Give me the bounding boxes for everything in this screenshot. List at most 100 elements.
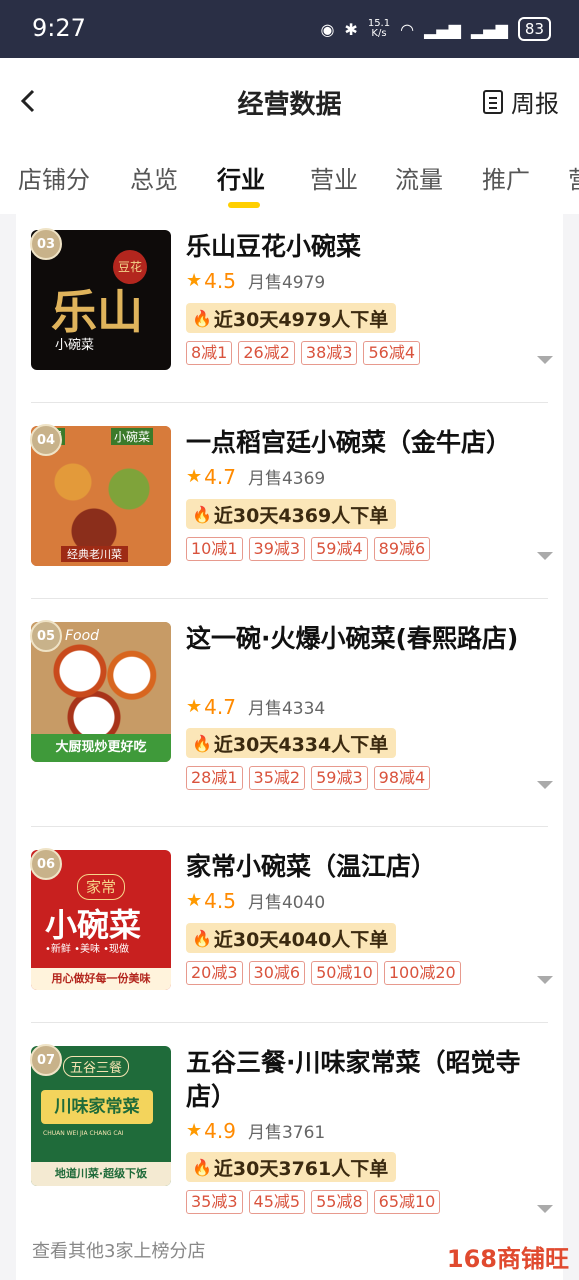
coupon-tag: 98减4 xyxy=(373,766,431,790)
orders-badge-text: 近30天4040人下单 xyxy=(213,928,389,951)
rating-score: 4.7 xyxy=(204,694,236,719)
bluetooth-icon: ✱ xyxy=(344,19,358,39)
orders-badge: 🔥 近30天4040人下单 xyxy=(186,923,397,953)
network-speed-unit: K/s xyxy=(371,28,387,39)
thumb-text-4: 用心做好每一份美味 xyxy=(31,968,171,990)
coupon-row: 35减3 45减5 55减8 65减10 xyxy=(186,1190,441,1214)
coupon-tag: 8减1 xyxy=(186,341,233,365)
rank-badge: 04 xyxy=(30,424,62,456)
expand-arrow-icon[interactable] xyxy=(537,1205,553,1213)
tab-industry[interactable]: 行业 xyxy=(217,160,265,195)
battery-indicator: 83 xyxy=(517,17,551,41)
shop-name: 家常小碗菜（温江店） xyxy=(186,852,437,881)
monthly-sales: 月售4334 xyxy=(247,699,326,719)
thumb-text-4: 地道川菜·超级下饭 xyxy=(31,1162,171,1186)
expand-arrow-icon[interactable] xyxy=(537,976,553,984)
orders-badge-text: 近30天4979人下单 xyxy=(213,308,389,331)
orders-badge: 🔥 近30天4334人下单 xyxy=(186,728,397,758)
coupon-tag: 35减3 xyxy=(186,1190,243,1214)
expand-arrow-icon[interactable] xyxy=(537,552,553,560)
star-icon: ★ xyxy=(186,270,203,291)
weekly-report-button[interactable]: 周报 xyxy=(483,84,559,119)
thumb-text-2: 大厨现炒更好吃 xyxy=(31,734,171,762)
flame-icon: 🔥 xyxy=(192,308,212,328)
more-branches-link[interactable]: 查看其他3家上榜分店 xyxy=(32,1237,205,1263)
expand-arrow-icon[interactable] xyxy=(537,781,553,789)
document-icon xyxy=(483,89,503,114)
shop-name: 五谷三餐·川味家常菜（昭觉寺店） xyxy=(186,1048,521,1111)
rank-badge: 05 xyxy=(30,620,62,652)
thumb-text-3: 小碗菜 xyxy=(55,338,95,353)
thumb-text-1: 五谷三餐 xyxy=(63,1056,130,1077)
divider xyxy=(31,598,548,599)
coupon-tag: 10减1 xyxy=(186,537,243,561)
shop-name: 乐山豆花小碗菜 xyxy=(186,232,362,261)
rank-badge: 03 xyxy=(30,228,62,260)
coupon-tag: 56减4 xyxy=(363,341,421,365)
shop-rating-row: ★ 4.5 月售4979 xyxy=(186,268,326,294)
flame-icon: 🔥 xyxy=(192,733,212,753)
orders-badge: 🔥 近30天4979人下单 xyxy=(186,303,397,333)
tab-store-score[interactable]: 店铺分 xyxy=(18,160,90,195)
eye-icon: ◉ xyxy=(320,19,335,39)
shop-rating-row: ★ 4.5 月售4040 xyxy=(186,888,326,914)
expand-arrow-icon[interactable] xyxy=(537,356,553,364)
monthly-sales: 月售4040 xyxy=(247,893,326,913)
orders-badge: 🔥 近30天4369人下单 xyxy=(186,499,397,529)
tab-promotion[interactable]: 推广 xyxy=(482,160,530,195)
thumb-text-2: 川味家常菜 xyxy=(41,1090,153,1124)
thumb-text-3: •新鲜 •美味 •现做 xyxy=(45,944,130,955)
coupon-row: 10减1 39减3 59减4 89减6 xyxy=(186,537,431,561)
coupon-tag: 20减3 xyxy=(186,961,243,985)
coupon-tag: 59减4 xyxy=(311,537,368,561)
divider xyxy=(31,1022,548,1023)
rating-score: 4.9 xyxy=(204,1118,236,1143)
coupon-tag: 65减10 xyxy=(373,1190,441,1214)
tab-overview[interactable]: 总览 xyxy=(130,160,178,195)
coupon-row: 8减1 26减2 38减3 56减4 xyxy=(186,341,421,365)
thumb-text-1: Food xyxy=(65,628,100,644)
page-header: 经营数据 周报 店铺分 总览 行业 营业 流量 推广 营 xyxy=(0,58,579,214)
coupon-tag: 89减6 xyxy=(373,537,431,561)
tab-business[interactable]: 营业 xyxy=(310,160,358,195)
status-icons: ◉ ✱ 15.1 K/s ◠ ▂▄▆ ▂▄▆ 83 xyxy=(320,17,551,41)
rank-badge: 07 xyxy=(30,1044,62,1076)
monthly-sales: 月售4369 xyxy=(247,469,326,489)
watermark-logo: 168商铺旺 xyxy=(446,1245,569,1273)
tab-more[interactable]: 营 xyxy=(568,160,579,195)
shop-name: 一点稻宫廷小碗菜（金牛店） xyxy=(186,428,512,457)
shop-rating-row: ★ 4.7 月售4334 xyxy=(186,694,326,720)
orders-badge: 🔥 近30天3761人下单 xyxy=(186,1152,397,1182)
active-tab-indicator xyxy=(228,202,260,208)
coupon-tag: 50减10 xyxy=(311,961,378,985)
coupon-row: 20减3 30减6 50减10 100减20 xyxy=(186,961,461,985)
coupon-tag: 35减2 xyxy=(248,766,306,790)
monthly-sales: 月售4979 xyxy=(247,273,326,293)
coupon-tag: 59减3 xyxy=(311,766,368,790)
flame-icon: 🔥 xyxy=(192,928,212,948)
coupon-tag: 38减3 xyxy=(300,341,358,365)
orders-badge-text: 近30天4369人下单 xyxy=(213,504,389,527)
star-icon: ★ xyxy=(186,696,203,717)
flame-icon: 🔥 xyxy=(192,1157,212,1177)
rank-badge: 06 xyxy=(30,848,62,880)
coupon-tag: 26减2 xyxy=(238,341,295,365)
shop-rating-row: ★ 4.7 月售4369 xyxy=(186,464,326,490)
wifi-icon: ◠ xyxy=(400,19,415,39)
coupon-row: 28减1 35减2 59减3 98减4 xyxy=(186,766,431,790)
rating-score: 4.5 xyxy=(204,888,236,913)
thumb-text-3: 经典老川菜 xyxy=(61,546,128,562)
signal-icon-2: ▂▄▆ xyxy=(470,19,508,39)
status-time: 9:27 xyxy=(32,14,86,42)
coupon-tag: 30减6 xyxy=(248,961,306,985)
star-icon: ★ xyxy=(186,890,203,911)
thumb-text-1: 家常 xyxy=(77,874,125,900)
shop-name: 这一碗·火爆小碗菜(春熙路店) xyxy=(186,624,519,653)
orders-badge-text: 近30天3761人下单 xyxy=(213,1157,389,1180)
network-speed: 15.1 K/s xyxy=(368,19,390,39)
star-icon: ★ xyxy=(186,466,203,487)
weekly-report-label: 周报 xyxy=(511,90,559,118)
thumb-text-2: 小碗菜 xyxy=(111,428,154,445)
tab-traffic[interactable]: 流量 xyxy=(395,160,443,195)
shop-rating-row: ★ 4.9 月售3761 xyxy=(186,1118,325,1144)
